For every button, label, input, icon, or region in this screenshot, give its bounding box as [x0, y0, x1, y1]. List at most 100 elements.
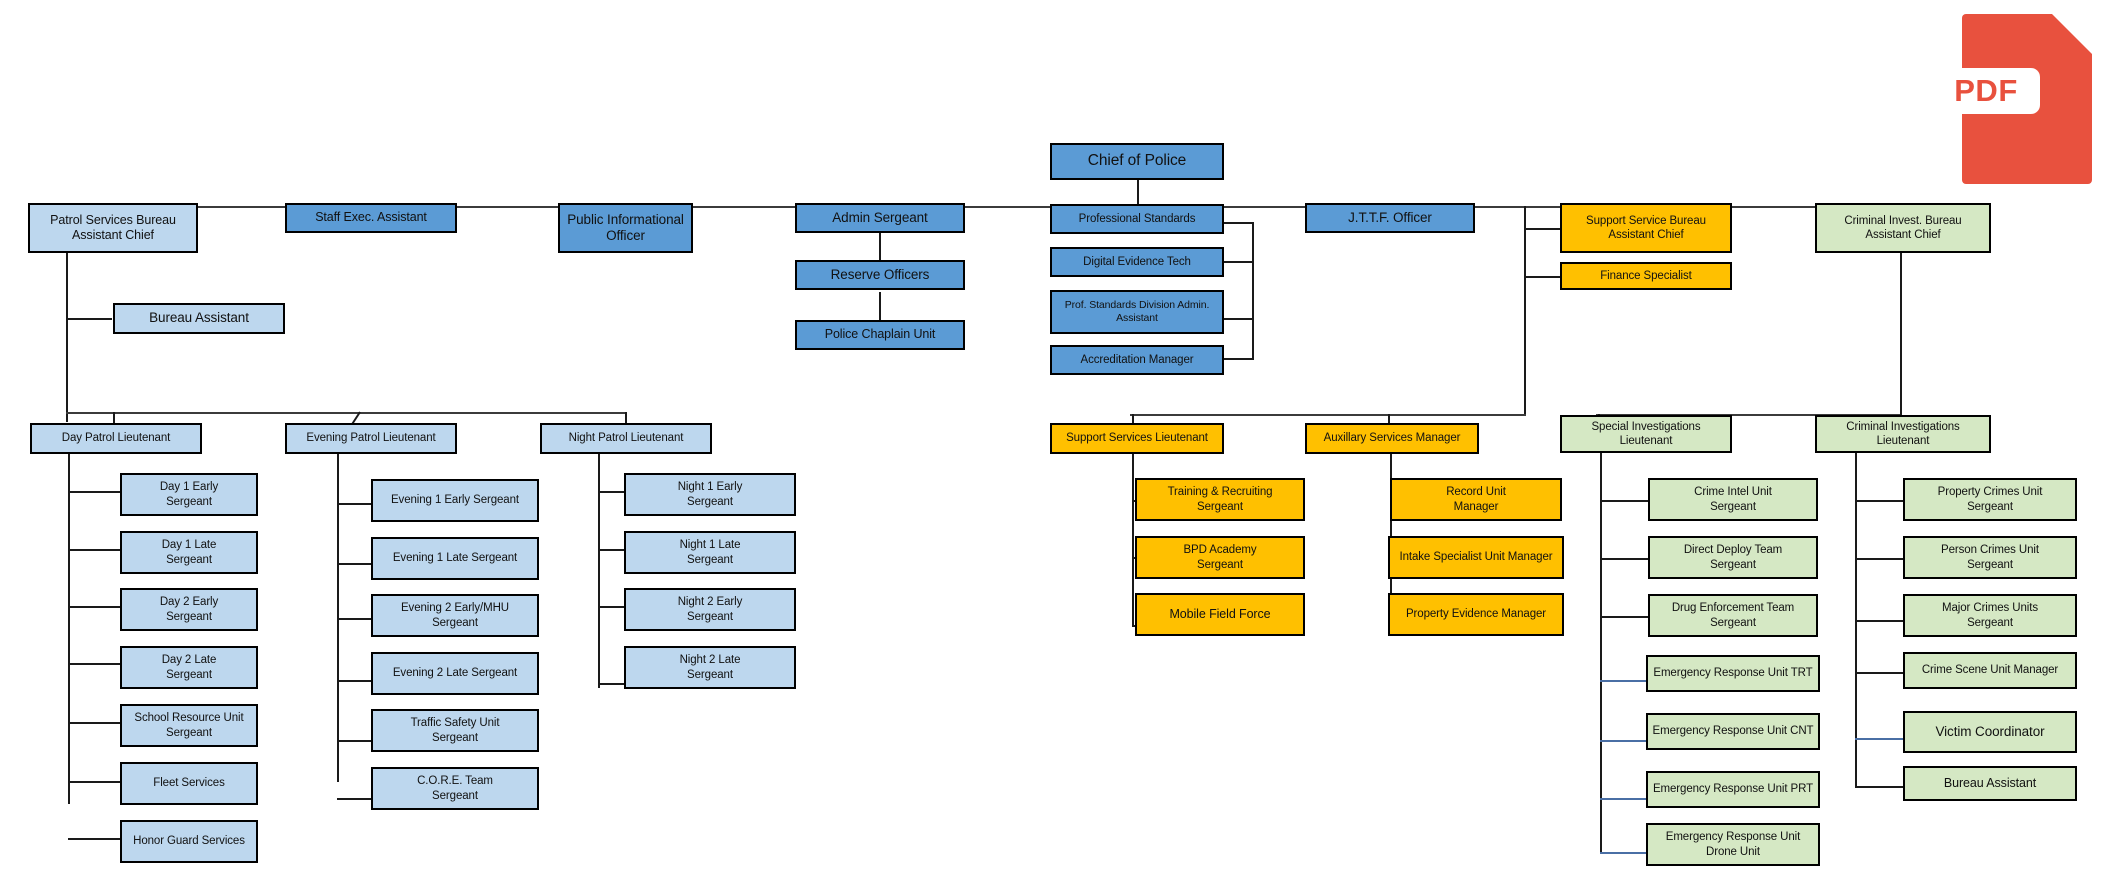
- connector-patrol-trunk: [66, 248, 68, 422]
- tick-si-7: [1600, 852, 1648, 854]
- connector-ps-3: [1219, 318, 1254, 320]
- tick-si-2: [1600, 558, 1648, 560]
- tick-ci-6: [1855, 786, 1903, 788]
- tick-ci-3: [1855, 620, 1903, 622]
- tick-day-4: [68, 663, 120, 665]
- tick-day-3: [68, 606, 120, 608]
- list-item[interactable]: Day 2 Late Sergeant: [120, 646, 258, 689]
- rail-special-investigations: [1600, 452, 1602, 852]
- list-item[interactable]: C.O.R.E. Team Sergeant: [371, 767, 539, 810]
- connector-bureau-assistant: [66, 318, 112, 320]
- node-professional-standards[interactable]: Professional Standards: [1050, 204, 1224, 234]
- tick-eve-4: [337, 680, 372, 682]
- node-police-chaplain-unit[interactable]: Police Chaplain Unit: [795, 320, 965, 350]
- list-item[interactable]: Emergency Response Unit CNT: [1646, 713, 1820, 750]
- connector-ps-2: [1219, 261, 1254, 263]
- tick-day-5: [68, 722, 120, 724]
- node-finance-specialist[interactable]: Finance Specialist: [1560, 262, 1732, 290]
- list-item[interactable]: Crime Scene Unit Manager: [1903, 652, 2077, 689]
- list-item[interactable]: Property Crimes Unit Sergeant: [1903, 478, 2077, 521]
- tick-ci-4: [1855, 672, 1903, 674]
- node-accreditation-manager[interactable]: Accreditation Manager: [1050, 345, 1224, 375]
- tick-eve-6: [337, 798, 372, 800]
- connector-ssb-1: [1524, 228, 1560, 230]
- tick-eve-3: [337, 618, 372, 620]
- list-item[interactable]: Evening 2 Late Sergeant: [371, 652, 539, 695]
- connector-ssb-bus: [1130, 414, 1526, 416]
- tick-eve-5: [337, 740, 372, 742]
- node-night-patrol-lieutenant[interactable]: Night Patrol Lieutenant: [540, 423, 712, 454]
- list-item[interactable]: School Resource Unit Sergeant: [120, 704, 258, 747]
- connector-cib-trunk: [1900, 248, 1902, 414]
- tick-eve-1: [337, 503, 372, 505]
- rail-support-services: [1132, 452, 1134, 626]
- list-item[interactable]: Evening 1 Early Sergeant: [371, 479, 539, 522]
- list-item[interactable]: Day 2 Early Sergeant: [120, 588, 258, 631]
- tick-eve-2: [337, 563, 372, 565]
- list-item[interactable]: Emergency Response Unit PRT: [1646, 771, 1820, 808]
- list-item[interactable]: Night 2 Late Sergeant: [624, 646, 796, 689]
- node-evening-patrol-lieutenant[interactable]: Evening Patrol Lieutenant: [285, 423, 457, 454]
- connector-ssb-trunk: [1524, 206, 1526, 416]
- pdf-label: PDF: [1932, 68, 2040, 114]
- connector-admin-reserve: [879, 232, 881, 260]
- node-criminal-investigations-lieutenant[interactable]: Criminal Investigations Lieutenant: [1815, 415, 1991, 453]
- node-bureau-assistant-patrol[interactable]: Bureau Assistant: [113, 303, 285, 334]
- list-item[interactable]: Day 1 Late Sergeant: [120, 531, 258, 574]
- rail-day-patrol: [68, 452, 70, 804]
- node-admin-sergeant[interactable]: Admin Sergeant: [795, 203, 965, 233]
- tick-si-6: [1600, 798, 1648, 800]
- list-item[interactable]: Day 1 Early Sergeant: [120, 473, 258, 516]
- list-item[interactable]: Traffic Safety Unit Sergeant: [371, 709, 539, 752]
- list-item[interactable]: Major Crimes Units Sergeant: [1903, 594, 2077, 637]
- node-digital-evidence-tech[interactable]: Digital Evidence Tech: [1050, 247, 1224, 277]
- tick-ci-5: [1855, 738, 1903, 740]
- connector-ps-1: [1219, 222, 1254, 224]
- list-item[interactable]: Victim Coordinator: [1903, 711, 2077, 753]
- node-auxiliary-services-manager[interactable]: Auxillary Services Manager: [1305, 423, 1479, 454]
- list-item[interactable]: Direct Deploy Team Sergeant: [1648, 536, 1818, 579]
- tick-day-6: [68, 781, 120, 783]
- tick-ci-1: [1855, 500, 1903, 502]
- list-item[interactable]: Crime Intel Unit Sergeant: [1648, 478, 1818, 521]
- list-item[interactable]: Property Evidence Manager: [1388, 593, 1564, 636]
- tick-day-7: [68, 838, 120, 840]
- list-item[interactable]: Bureau Assistant: [1903, 766, 2077, 801]
- connector-ps-4: [1219, 358, 1254, 360]
- list-item[interactable]: Emergency Response Unit Drone Unit: [1646, 823, 1820, 866]
- connector-ssb-2: [1524, 276, 1560, 278]
- list-item[interactable]: BPD Academy Sergeant: [1135, 536, 1305, 579]
- list-item[interactable]: Honor Guard Services: [120, 820, 258, 863]
- list-item[interactable]: Evening 1 Late Sergeant: [371, 537, 539, 580]
- list-item[interactable]: Fleet Services: [120, 762, 258, 805]
- node-day-patrol-lieutenant[interactable]: Day Patrol Lieutenant: [30, 423, 202, 454]
- list-item[interactable]: Emergency Response Unit TRT: [1646, 655, 1820, 692]
- node-prof-standards-admin-assistant[interactable]: Prof. Standards Division Admin. Assistan…: [1050, 290, 1224, 334]
- list-item[interactable]: Intake Specialist Unit Manager: [1388, 536, 1564, 579]
- list-item[interactable]: Training & Recruiting Sergeant: [1135, 478, 1305, 521]
- list-item[interactable]: Drug Enforcement Team Sergeant: [1648, 594, 1818, 637]
- node-public-informational-officer[interactable]: Public Informational Officer: [558, 203, 693, 253]
- node-chief-of-police[interactable]: Chief of Police: [1050, 143, 1224, 180]
- rail-evening-patrol: [337, 452, 339, 782]
- node-jttf-officer[interactable]: J.T.T.F. Officer: [1305, 203, 1475, 233]
- node-staff-exec-assistant[interactable]: Staff Exec. Assistant: [285, 203, 457, 233]
- list-item[interactable]: Person Crimes Unit Sergeant: [1903, 536, 2077, 579]
- node-support-service-bureau[interactable]: Support Service Bureau Assistant Chief: [1560, 203, 1732, 253]
- node-special-investigations-lieutenant[interactable]: Special Investigations Lieutenant: [1560, 415, 1732, 453]
- org-chart-canvas: PDF Chief of Police Patrol Services Bure…: [0, 0, 2104, 894]
- node-patrol-services-bureau[interactable]: Patrol Services Bureau Assistant Chief: [28, 203, 198, 253]
- list-item[interactable]: Evening 2 Early/MHU Sergeant: [371, 594, 539, 637]
- node-reserve-officers[interactable]: Reserve Officers: [795, 260, 965, 290]
- list-item[interactable]: Night 1 Late Sergeant: [624, 531, 796, 574]
- list-item[interactable]: Mobile Field Force: [1135, 593, 1305, 636]
- rail-night-patrol: [598, 452, 600, 688]
- list-item[interactable]: Night 2 Early Sergeant: [624, 588, 796, 631]
- tick-ci-2: [1855, 558, 1903, 560]
- tick-si-3: [1600, 616, 1648, 618]
- node-support-services-lieutenant[interactable]: Support Services Lieutenant: [1050, 423, 1224, 454]
- node-criminal-invest-bureau[interactable]: Criminal Invest. Bureau Assistant Chief: [1815, 203, 1991, 253]
- tick-day-1: [68, 491, 120, 493]
- list-item[interactable]: Record Unit Manager: [1390, 478, 1562, 521]
- list-item[interactable]: Night 1 Early Sergeant: [624, 473, 796, 516]
